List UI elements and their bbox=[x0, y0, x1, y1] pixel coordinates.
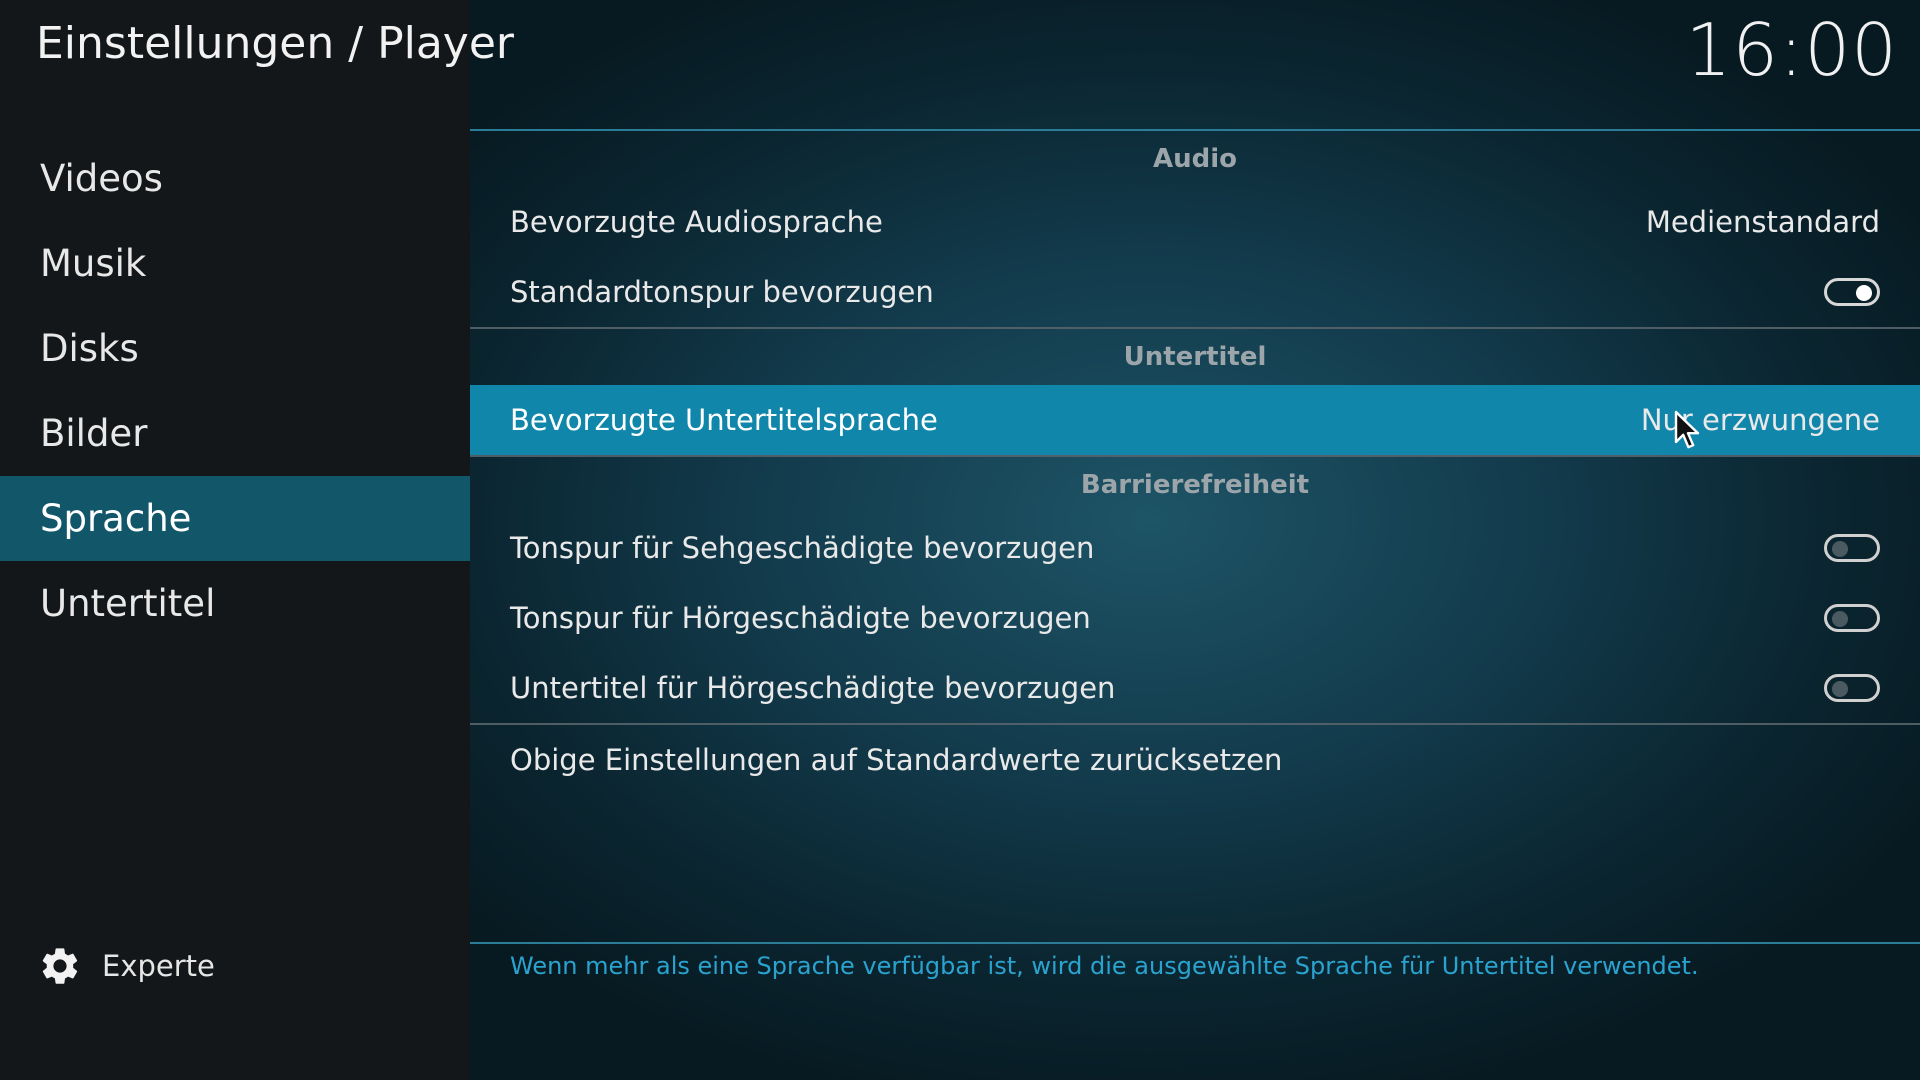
settings-list: Audio Bevorzugte Audiosprache Medienstan… bbox=[470, 129, 1920, 795]
setting-label: Bevorzugte Untertitelsprache bbox=[510, 403, 938, 437]
divider bbox=[470, 723, 1920, 725]
gear-icon bbox=[42, 948, 78, 984]
reset-settings-button[interactable]: Obige Einstellungen auf Standardwerte zu… bbox=[470, 725, 1920, 795]
clock: 16:00 bbox=[1685, 8, 1898, 92]
sidebar-item-untertitel[interactable]: Untertitel bbox=[0, 561, 470, 646]
divider bbox=[470, 455, 1920, 457]
setting-preferred-audio-language[interactable]: Bevorzugte Audiosprache Medienstandard bbox=[470, 187, 1920, 257]
setting-hearing-impaired-subtitles[interactable]: Untertitel für Hörgeschädigte bevorzugen bbox=[470, 653, 1920, 723]
help-divider bbox=[470, 942, 1920, 944]
sidebar-item-musik[interactable]: Musik bbox=[0, 221, 470, 306]
help-text: Wenn mehr als eine Sprache verfügbar ist… bbox=[510, 952, 1699, 980]
toggle-knob bbox=[1832, 541, 1848, 557]
category-nav: Videos Musik Disks Bilder Sprache Untert… bbox=[0, 136, 470, 646]
sidebar-item-bilder[interactable]: Bilder bbox=[0, 391, 470, 476]
setting-hearing-impaired-track[interactable]: Tonspur für Hörgeschädigte bevorzugen bbox=[470, 583, 1920, 653]
setting-label: Tonspur für Sehgeschädigte bevorzugen bbox=[510, 531, 1095, 565]
section-title-subtitles: Untertitel bbox=[1123, 342, 1267, 372]
sidebar-item-disks[interactable]: Disks bbox=[0, 306, 470, 391]
setting-preferred-subtitle-language[interactable]: Bevorzugte Untertitelsprache Nur erzwung… bbox=[470, 385, 1920, 455]
toggle-knob bbox=[1832, 681, 1848, 697]
toggle-switch-off[interactable] bbox=[1824, 534, 1880, 562]
setting-visually-impaired-track[interactable]: Tonspur für Sehgeschädigte bevorzugen bbox=[470, 513, 1920, 583]
toggle-switch-off[interactable] bbox=[1824, 604, 1880, 632]
page-title: Einstellungen / Player bbox=[36, 18, 514, 69]
sidebar-item-videos[interactable]: Videos bbox=[0, 136, 470, 221]
reset-label: Obige Einstellungen auf Standardwerte zu… bbox=[510, 743, 1283, 777]
setting-label: Bevorzugte Audiosprache bbox=[510, 205, 883, 239]
mouse-pointer-icon bbox=[1674, 410, 1700, 449]
toggle-switch-on[interactable] bbox=[1824, 278, 1880, 306]
settings-level-button[interactable]: Experte bbox=[38, 940, 215, 992]
toggle-knob bbox=[1856, 285, 1872, 301]
sidebar-item-sprache[interactable]: Sprache bbox=[0, 476, 470, 561]
toggle-switch-off[interactable] bbox=[1824, 674, 1880, 702]
divider bbox=[470, 327, 1920, 329]
setting-value: Medienstandard bbox=[1645, 205, 1880, 239]
setting-prefer-default-track[interactable]: Standardtonspur bevorzugen bbox=[470, 257, 1920, 327]
setting-label: Tonspur für Hörgeschädigte bevorzugen bbox=[510, 601, 1091, 635]
settings-level-label: Experte bbox=[102, 949, 215, 983]
toggle-knob bbox=[1832, 611, 1848, 627]
setting-label: Standardtonspur bevorzugen bbox=[510, 275, 934, 309]
section-title-accessibility: Barrierefreiheit bbox=[1080, 470, 1310, 500]
sidebar: Einstellungen / Player Videos Musik Disk… bbox=[0, 0, 514, 1080]
section-title-audio: Audio bbox=[1152, 144, 1238, 174]
setting-label: Untertitel für Hörgeschädigte bevorzugen bbox=[510, 671, 1116, 705]
